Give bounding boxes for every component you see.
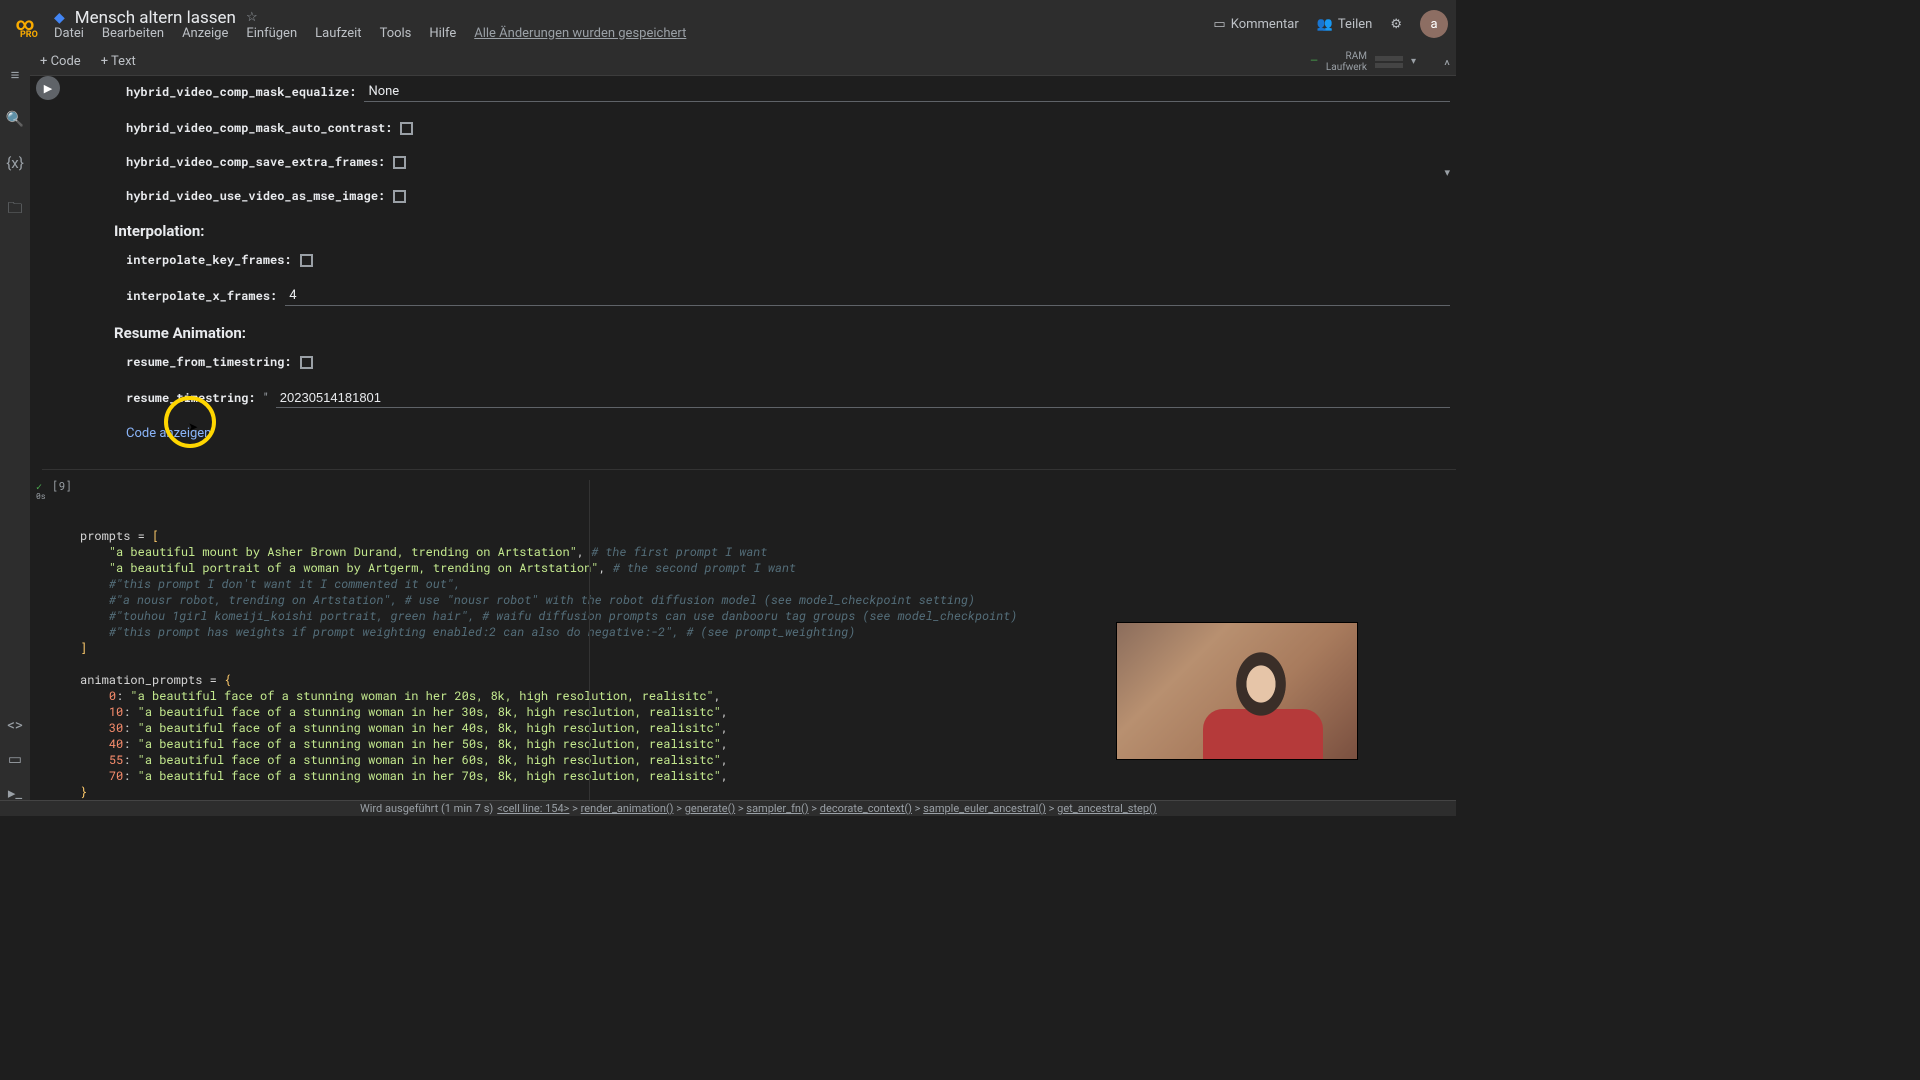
stack-frame[interactable]: generate() [685, 802, 735, 815]
menu-item-tools[interactable]: Tools [380, 26, 412, 41]
code-ruler [589, 480, 590, 800]
resource-dropdown-icon[interactable]: ▾ [1411, 56, 1416, 67]
menu-item-datei[interactable]: Datei [54, 26, 84, 41]
param-input[interactable]: None [364, 82, 1450, 102]
gear-icon[interactable]: ⚙ [1390, 17, 1402, 32]
param-label: hybrid_video_use_video_as_mse_image: [126, 188, 385, 204]
checkbox[interactable] [300, 356, 313, 369]
pro-badge: PRO [20, 30, 38, 40]
checkbox[interactable] [393, 156, 406, 169]
checkbox[interactable] [300, 254, 313, 267]
param-row: resume_from_timestring: [74, 354, 1450, 370]
param-row: hybrid_video_comp_mask_equalize: None [74, 82, 1450, 102]
param-row: interpolate_x_frames: 4 [74, 286, 1450, 306]
param-row: hybrid_video_comp_mask_auto_contrast: [74, 120, 1450, 136]
variables-icon[interactable]: {x} [6, 154, 24, 172]
menu-item-anzeige[interactable]: Anzeige [182, 26, 228, 41]
menu-item-einfügen[interactable]: Einfügen [246, 26, 297, 41]
app-header: ∞ PRO ◆ Mensch altern lassen ☆ DateiBear… [0, 0, 1456, 48]
section-header-resume: Resume Animation: [74, 324, 1450, 342]
param-label: hybrid_video_comp_save_extra_frames: [126, 154, 385, 170]
add-text-button[interactable]: + Text [101, 54, 136, 69]
left-rail: ≡ 🔍 {x} 🗀 <> ▭ ▸_ [0, 48, 30, 816]
param-row: interpolate_key_frames: [74, 252, 1450, 268]
checkbox[interactable] [400, 122, 413, 135]
people-icon: 👥 [1317, 17, 1333, 32]
menu-item-laufzeit[interactable]: Laufzeit [315, 26, 361, 41]
param-row: hybrid_video_use_video_as_mse_image: [74, 188, 1450, 204]
quote-mark: " [264, 391, 268, 406]
toc-icon[interactable]: ≡ [11, 66, 20, 84]
code-snippets-icon[interactable]: <> [7, 716, 22, 734]
param-input[interactable]: 20230514181801 [276, 388, 1450, 408]
stack-frame[interactable]: render_animation() [581, 802, 674, 815]
files-icon[interactable]: 🗀 [7, 198, 22, 223]
webcam-overlay [1116, 622, 1358, 760]
cell-collapse-icon[interactable]: ▾ [1444, 166, 1450, 179]
star-icon[interactable]: ☆ [246, 10, 258, 25]
param-row: resume_timestring: " 20230514181801 [74, 388, 1450, 408]
comment-button[interactable]: ▭ Kommentar [1213, 17, 1298, 32]
status-prefix: Wird ausgeführt (1 min 7 s) [360, 802, 493, 815]
menubar: Datei Bearbeiten Anzeige Einfügen Laufzeit To… [54, 26, 686, 41]
add-code-button[interactable]: + Code [40, 54, 81, 69]
stack-frame[interactable]: <cell line: 154> [497, 802, 569, 815]
checkbox[interactable] [393, 190, 406, 203]
stack-frame[interactable]: decorate_context() [820, 802, 912, 815]
stack-frame[interactable]: get_ancestral_step() [1057, 802, 1157, 815]
param-label: resume_from_timestring: [126, 354, 292, 370]
param-label: interpolate_x_frames: [126, 288, 277, 304]
document-title[interactable]: Mensch altern lassen [75, 8, 236, 28]
param-row: hybrid_video_comp_save_extra_frames: [74, 154, 1450, 170]
show-code-link[interactable]: Code anzeigen [74, 426, 1450, 441]
stack-frame[interactable]: sampler_fn() [746, 802, 808, 815]
drive-icon: ◆ [54, 10, 65, 26]
param-label: interpolate_key_frames: [126, 252, 292, 268]
search-icon[interactable]: 🔍 [6, 110, 25, 128]
comment-icon: ▭ [1213, 17, 1225, 32]
command-palette-icon[interactable]: ▭ [8, 750, 22, 768]
form-cell: ✓ 0s ▶ hybrid_video_comp_mask_equalize:N… [42, 76, 1456, 445]
resource-indicator[interactable]: — RAM Laufwerk ▾ [1310, 51, 1416, 73]
avatar[interactable]: a [1420, 10, 1448, 38]
param-input[interactable]: 4 [285, 286, 1450, 306]
save-message[interactable]: Alle Änderungen wurden gespeichert [474, 26, 686, 41]
share-button[interactable]: 👥 Teilen [1317, 17, 1373, 32]
cursor-icon: ➤ [188, 420, 198, 434]
collapse-sidebar-icon[interactable]: ^ [1444, 58, 1450, 74]
menu-item-hilfe[interactable]: Hilfe [429, 26, 456, 41]
param-label: resume_timestring: [126, 390, 256, 406]
status-bar: Wird ausgeführt (1 min 7 s) <cell line: … [0, 800, 1456, 816]
param-label: hybrid_video_comp_mask_auto_contrast: [126, 120, 392, 136]
stack-frame[interactable]: sample_euler_ancestral() [923, 802, 1046, 815]
run-cell-button[interactable]: ▶ [36, 76, 60, 100]
param-label: hybrid_video_comp_mask_equalize: [126, 84, 356, 100]
toolbar: + Code + Text — RAM Laufwerk ▾ [0, 48, 1456, 76]
section-header-interpolation: Interpolation: [74, 222, 1450, 240]
menu-item-bearbeiten[interactable]: Bearbeiten [102, 26, 164, 41]
